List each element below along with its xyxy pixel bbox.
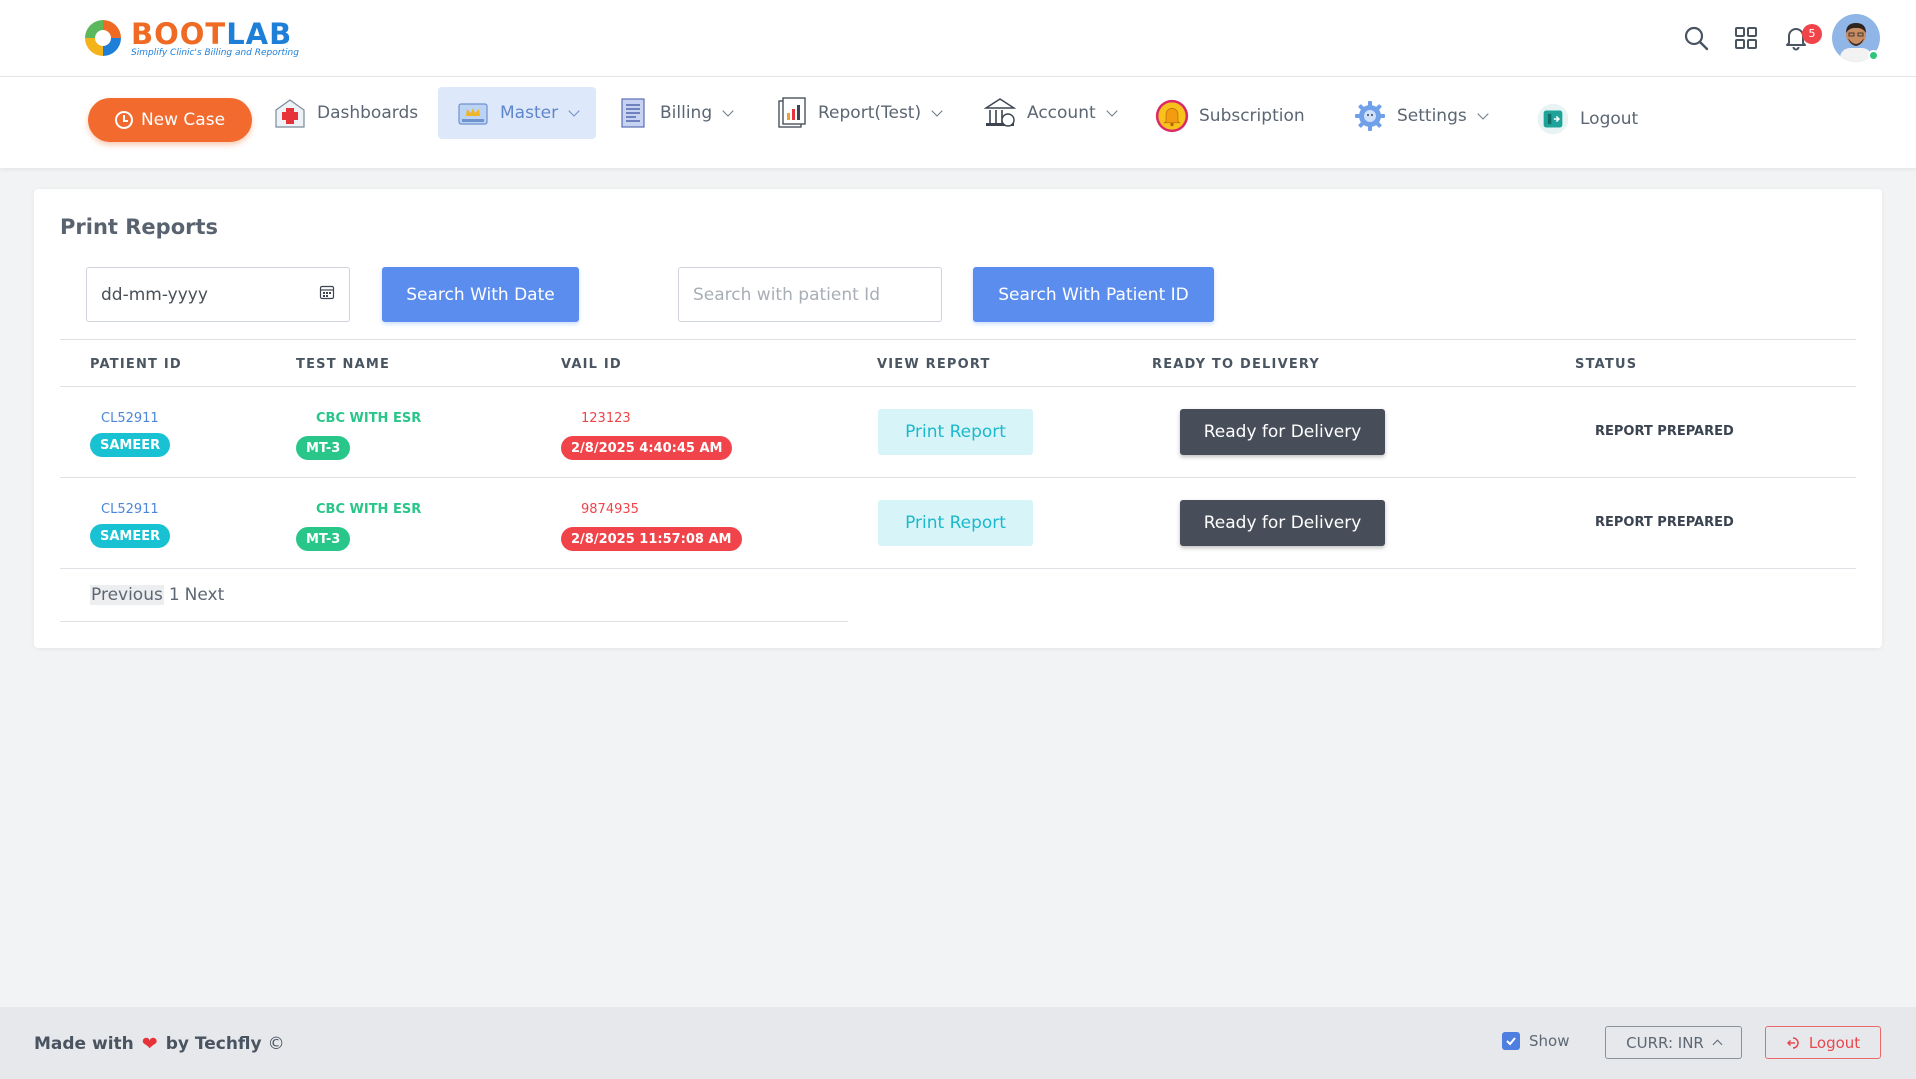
search-icon[interactable] — [1680, 22, 1712, 54]
chevron-down-icon — [568, 104, 580, 117]
logo-mark-icon — [81, 16, 125, 60]
column-header-patient-id: PATIENT ID — [90, 357, 182, 372]
main-navigation: New Case Dashboards Master Billing Repor… — [0, 77, 1916, 168]
footer-credit: Made with ❤ by Techfly © — [34, 1033, 285, 1055]
vail-id: 123123 — [581, 411, 631, 426]
status-text: REPORT PREPARED — [1595, 424, 1734, 439]
hospital-icon — [273, 96, 307, 130]
vail-id: 9874935 — [581, 502, 639, 517]
notification-count-badge: 5 — [1802, 24, 1822, 44]
patient-name-badge: SAMEER — [90, 524, 171, 548]
search-with-date-button[interactable]: Search With Date — [382, 267, 579, 322]
ready-for-delivery-button[interactable]: Ready for Delivery — [1180, 409, 1385, 455]
patient-name-badge: SAMEER — [90, 433, 171, 457]
column-header-status: STATUS — [1575, 357, 1638, 372]
reports-table: PATIENT ID TEST NAME VAIL ID VIEW REPORT… — [60, 339, 1856, 569]
pagination: Previous 1 Next — [60, 569, 848, 622]
notification-bell-icon[interactable]: 5 — [1780, 22, 1822, 54]
checkbox-checked-icon[interactable] — [1502, 1032, 1520, 1050]
online-status-dot — [1868, 50, 1879, 61]
chevron-up-icon — [1712, 1039, 1723, 1050]
copyright-symbol: © — [267, 1034, 285, 1054]
heart-icon: ❤ — [141, 1033, 158, 1055]
print-report-button[interactable]: Print Report — [878, 500, 1033, 546]
nav-item-subscription[interactable]: Subscription — [1155, 90, 1305, 142]
nav-item-master[interactable]: Master — [438, 87, 597, 139]
test-name: CBC WITH ESR — [316, 502, 422, 517]
patient-id-search-input[interactable]: Search with patient Id — [678, 267, 942, 322]
top-header: BOOTLAB Simplify Clinic's Billing and Re… — [0, 0, 1916, 77]
crown-board-icon — [456, 96, 490, 130]
chevron-down-icon — [1105, 104, 1118, 117]
date-input[interactable]: dd-mm-yyyy — [86, 267, 350, 322]
datetime-badge: 2/8/2025 4:40:45 AM — [561, 436, 733, 460]
ready-for-delivery-button[interactable]: Ready for Delivery — [1180, 500, 1385, 546]
column-header-vail-id: VAIL ID — [561, 357, 622, 372]
logout-arrow-icon — [1786, 1035, 1802, 1051]
bell-badge-icon — [1155, 99, 1189, 133]
new-case-button[interactable]: New Case — [88, 98, 252, 142]
page-title: Print Reports — [60, 215, 219, 239]
nav-item-dashboards[interactable]: Dashboards — [273, 87, 418, 139]
patient-id[interactable]: CL52911 — [101, 411, 159, 426]
table-row: CL52911 SAMEER CBC WITH ESR MT-3 9874935… — [60, 478, 1856, 569]
print-reports-card: Print Reports dd-mm-yyyy Search With Dat… — [34, 189, 1882, 648]
next-page-button[interactable]: Next — [185, 585, 225, 605]
clock-icon — [114, 111, 133, 129]
invoice-icon — [616, 96, 650, 130]
test-name: CBC WITH ESR — [316, 411, 422, 426]
gear-icon — [1353, 99, 1387, 133]
chevron-down-icon — [1477, 107, 1489, 120]
nav-item-account[interactable]: Account — [983, 87, 1118, 139]
previous-page-button[interactable]: Previous — [90, 585, 164, 605]
calendar-icon[interactable] — [319, 284, 335, 305]
report-chart-icon — [774, 96, 808, 130]
patient-id[interactable]: CL52911 — [101, 502, 159, 517]
logo-tagline: Simplify Clinic's Billing and Reporting — [131, 47, 299, 58]
footer-logout-button[interactable]: Logout — [1765, 1026, 1881, 1059]
column-header-view-report: VIEW REPORT — [877, 357, 991, 372]
chevron-down-icon — [931, 104, 943, 117]
chevron-down-icon — [722, 104, 734, 117]
table-header: PATIENT ID TEST NAME VAIL ID VIEW REPORT… — [60, 339, 1856, 387]
datetime-badge: 2/8/2025 11:57:08 AM — [561, 527, 742, 551]
print-report-button[interactable]: Print Report — [878, 409, 1033, 455]
logout-icon — [1536, 102, 1570, 136]
nav-item-billing[interactable]: Billing — [616, 87, 734, 139]
nav-item-logout[interactable]: Logout — [1536, 93, 1638, 145]
apps-grid-icon[interactable] — [1730, 22, 1762, 54]
logo-title: BOOTLAB — [131, 16, 293, 51]
column-header-ready-to-delivery: READY TO DELIVERY — [1152, 357, 1321, 372]
nav-item-report-test[interactable]: Report(Test) — [774, 87, 943, 139]
user-avatar[interactable] — [1832, 14, 1880, 62]
bank-icon — [983, 96, 1017, 130]
nav-item-settings[interactable]: Settings — [1353, 90, 1489, 142]
app-logo[interactable]: BOOTLAB Simplify Clinic's Billing and Re… — [81, 16, 299, 60]
test-code-badge: MT-3 — [296, 527, 351, 551]
show-toggle[interactable]: Show — [1502, 1032, 1569, 1050]
column-header-test-name: TEST NAME — [296, 357, 391, 372]
status-text: REPORT PREPARED — [1595, 515, 1734, 530]
table-row: CL52911 SAMEER CBC WITH ESR MT-3 123123 … — [60, 387, 1856, 478]
currency-selector[interactable]: CURR: INR — [1605, 1026, 1742, 1059]
test-code-badge: MT-3 — [296, 436, 351, 460]
page-number[interactable]: 1 — [169, 585, 180, 605]
search-with-patient-id-button[interactable]: Search With Patient ID — [973, 267, 1214, 322]
footer: Made with ❤ by Techfly © Show CURR: INR … — [0, 1007, 1916, 1079]
